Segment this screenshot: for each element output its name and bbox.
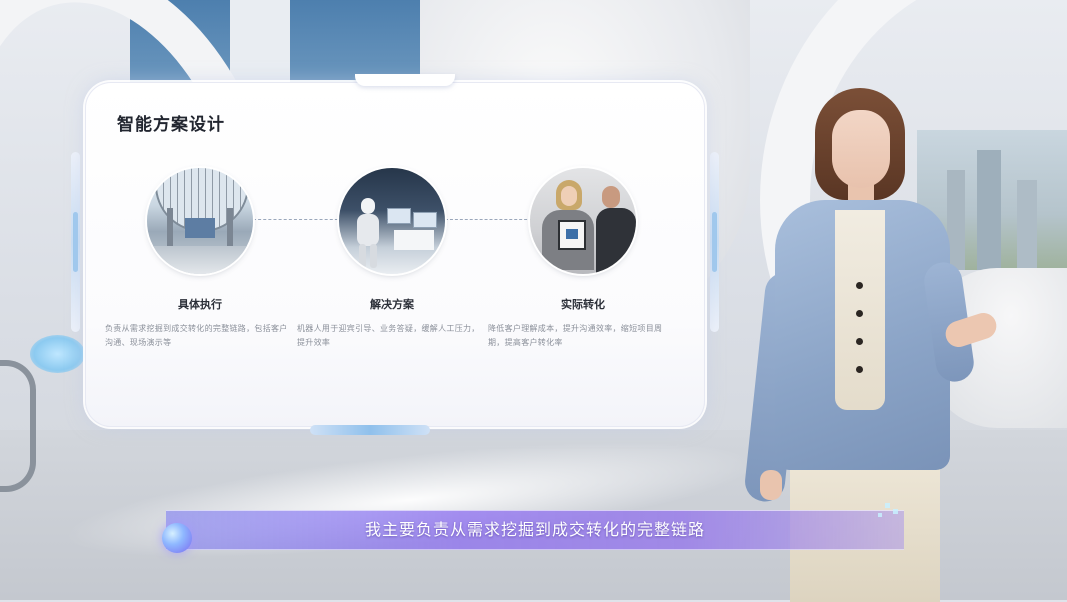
panel-notch-top xyxy=(355,74,455,86)
subtitle-text: 我主要负责从需求挖掘到成交转化的完整链路 xyxy=(364,520,705,539)
chair-left xyxy=(0,360,36,492)
window-frame xyxy=(230,0,290,95)
step-card-execution: 具体执行 负责从需求挖掘到成交转化的完整链路，包括客户沟通、现场演示等 xyxy=(105,168,295,350)
step-title: 具体执行 xyxy=(178,298,222,311)
hall-photo xyxy=(147,168,253,274)
step-title: 实际转化 xyxy=(561,298,605,311)
step-card-conversion: 实际转化 降低客户理解成本，提升沟通效率，缩短项目周期，提高客户转化率 xyxy=(488,168,678,350)
step-card-solution: 解决方案 机器人用于迎宾引导、业务答疑，缓解人工压力，提升效率 xyxy=(297,168,487,350)
vest-button xyxy=(856,366,863,373)
step-description: 机器人用于迎宾引导、业务答疑，缓解人工压力，提升效率 xyxy=(297,324,480,347)
robot-photo xyxy=(339,168,445,274)
presenter-hand-left xyxy=(760,470,782,500)
step-title: 解决方案 xyxy=(370,298,414,311)
panel-side-decoration-right xyxy=(710,152,719,332)
panel-notch-bottom xyxy=(310,425,430,435)
pixel-decoration xyxy=(885,503,890,508)
panel-title: 智能方案设计 xyxy=(117,115,225,135)
meeting-photo xyxy=(530,168,636,274)
vest-button xyxy=(856,282,863,289)
step-description: 负责从需求挖掘到成交转化的完整链路，包括客户沟通、现场演示等 xyxy=(105,324,288,347)
vest-button xyxy=(856,310,863,317)
blue-glow-object xyxy=(30,335,85,373)
presenter-face xyxy=(832,110,890,188)
solution-panel: 智能方案设计 具体执行 负责从需求挖掘到成交转化的完整链路，包括客户沟通、现场演… xyxy=(71,74,719,435)
panel-side-decoration-left xyxy=(71,152,80,332)
subtitle-bar: 我主要负责从需求挖掘到成交转化的完整链路 xyxy=(162,503,904,553)
vest-button xyxy=(856,338,863,345)
step-description: 降低客户理解成本，提升沟通效率，缩短项目周期，提高客户转化率 xyxy=(488,324,663,347)
